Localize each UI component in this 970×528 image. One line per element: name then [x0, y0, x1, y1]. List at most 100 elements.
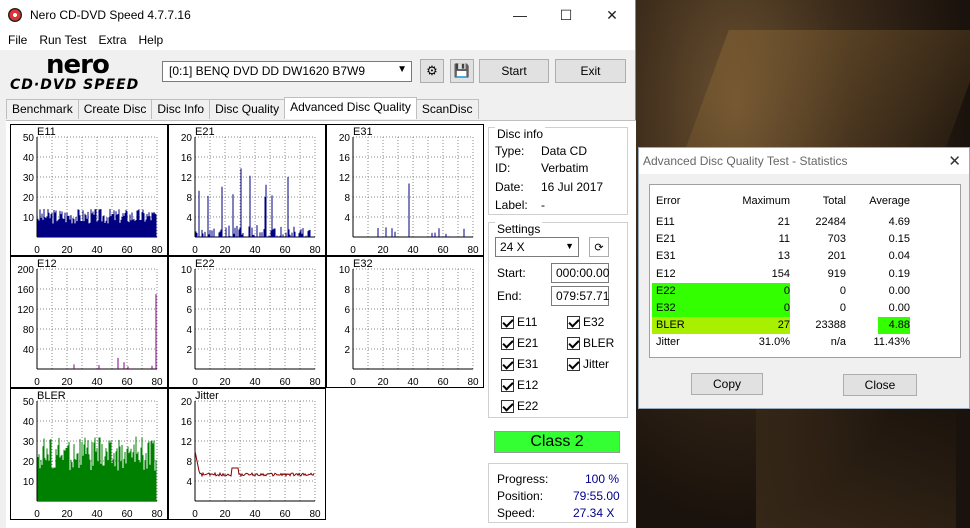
x-tick-label: 60 [121, 509, 133, 520]
menu-bar: File Run Test Extra Help [0, 30, 635, 50]
x-tick-label: 80 [309, 245, 321, 256]
drive-options-button[interactable]: ⚙ [420, 59, 444, 83]
chart-title: E31 [353, 126, 373, 138]
y-tick-label: 8 [344, 193, 350, 204]
checkbox-icon [567, 315, 580, 329]
chart-title: E12 [37, 258, 57, 270]
chart-e12: 200 160 120 80 40 0 20 40 60 80 E12 [10, 256, 168, 388]
column-header: Average [869, 195, 910, 207]
table-row: E12 154 919 0.19 [650, 266, 962, 283]
refresh-speed-button[interactable]: ⟳ [589, 237, 609, 257]
x-tick-label: 20 [219, 377, 231, 388]
end-time-input[interactable]: 079:57.71 [551, 286, 609, 306]
table-cell: 0 [839, 284, 846, 297]
y-tick-label: 200 [17, 265, 34, 276]
tab-disc-quality[interactable]: Disc Quality [209, 99, 286, 119]
table-cell: Jitter [656, 336, 680, 349]
minimize-button[interactable]: — [497, 0, 543, 30]
table-cell: 0 [839, 302, 846, 314]
y-tick-label: 50 [23, 397, 35, 408]
settings-group: Settings 24 X ▼ ⟳ Start: 000:00.00 End: … [488, 222, 628, 418]
exit-button[interactable]: Exit [555, 59, 626, 83]
check-bler[interactable]: BLER [567, 336, 614, 350]
y-tick-label: 12 [339, 173, 351, 184]
start-button[interactable]: Start [479, 59, 549, 83]
y-tick-label: 8 [186, 285, 192, 296]
save-button[interactable]: 💾 [450, 59, 474, 83]
drive-select[interactable]: [0:1] BENQ DVD DD DW1620 B7W9 ▼ [162, 61, 412, 82]
nero-app-icon [8, 8, 22, 22]
table-cell: 4.88 [888, 319, 910, 332]
checkbox-icon [501, 399, 514, 413]
x-tick-label: 80 [309, 377, 321, 388]
table-row: BLER 27 23388 4.88 [650, 317, 962, 335]
menu-file[interactable]: File [2, 33, 33, 47]
y-tick-label: 4 [344, 213, 350, 224]
disc-info-heading: Disc info [495, 127, 546, 141]
check-e21[interactable]: E21 [501, 336, 538, 350]
x-tick-label: 80 [151, 377, 163, 388]
y-tick-label: 20 [181, 133, 193, 144]
tab-create-disc[interactable]: Create Disc [77, 99, 153, 119]
x-tick-label: 40 [407, 377, 419, 388]
check-e22[interactable]: E22 [501, 399, 538, 413]
tab-disc-info[interactable]: Disc Info [151, 99, 211, 119]
tab-benchmark[interactable]: Benchmark [6, 99, 79, 119]
table-cell: E22 [656, 284, 676, 297]
maximize-button[interactable]: ☐ [543, 0, 589, 30]
close-dialog-button[interactable]: Close [843, 374, 917, 396]
table-row: E31 13 201 0.04 [650, 248, 962, 265]
x-tick-label: 0 [192, 245, 198, 256]
table-cell: 27 [777, 319, 790, 332]
progress-group: Progress: 100 % Position: 79:55.00 Speed… [488, 463, 628, 523]
y-tick-label: 4 [186, 325, 192, 336]
check-e32[interactable]: E32 [567, 315, 604, 329]
menu-help[interactable]: Help [133, 33, 170, 47]
disc-wrench-icon: ⚙ [426, 63, 438, 78]
y-tick-label: 40 [23, 417, 35, 428]
check-e11[interactable]: E11 [501, 315, 537, 329]
table-row: E22 0 0 0.00 [650, 282, 962, 300]
tab-scandisc[interactable]: ScanDisc [415, 99, 479, 119]
x-tick-label: 0 [34, 377, 40, 388]
chart-e32: 10 8 6 4 2 0 20 40 60 80 E32 [326, 256, 484, 388]
check-jitter[interactable]: Jitter [567, 357, 609, 371]
checkbox-icon [501, 315, 514, 329]
chart-e31: 20 16 12 8 4 0 20 40 60 80 E31 [326, 124, 484, 256]
x-tick-label: 60 [437, 377, 449, 388]
menu-extra[interactable]: Extra [92, 33, 132, 47]
advanced-disc-quality-panel: 50 40 30 20 10 0 20 40 60 80 E11 20 16 12 8 4 0 20 40 60 80 E… [6, 120, 636, 528]
checkbox-icon [501, 336, 514, 350]
table-cell: 31.0% [758, 336, 790, 349]
x-tick-label: 0 [350, 377, 356, 388]
copy-button[interactable]: Copy [691, 373, 763, 395]
check-e12[interactable]: E12 [501, 378, 538, 392]
title-bar: Nero CD-DVD Speed 4.7.7.16 — ☐ ✕ [0, 0, 635, 30]
x-tick-label: 20 [377, 245, 389, 256]
column-header: Maximum [742, 195, 790, 207]
y-tick-label: 120 [17, 305, 34, 316]
y-tick-label: 8 [186, 457, 192, 468]
tab-advanced-disc-quality[interactable]: Advanced Disc Quality [284, 97, 417, 119]
table-cell: n/a [830, 336, 846, 349]
disc-info-group: Disc info Type: Data CD ID: Verbatim Dat… [488, 127, 628, 215]
chart-e21: 20 16 12 8 4 0 20 40 60 80 E21 [168, 124, 326, 256]
statistics-title-bar: Advanced Disc Quality Test - Statistics … [639, 148, 969, 174]
table-cell: 0 [783, 284, 790, 297]
disc-id: Verbatim [541, 161, 589, 175]
table-row: Jitter 31.0% n/a 11.43% [650, 334, 962, 351]
y-tick-label: 10 [339, 265, 351, 276]
y-tick-label: 20 [23, 193, 35, 204]
close-button[interactable]: ✕ [589, 0, 635, 30]
y-tick-label: 20 [181, 397, 193, 408]
table-cell: 0 [783, 302, 790, 314]
x-tick-label: 40 [407, 245, 419, 256]
check-e31[interactable]: E31 [501, 357, 538, 371]
menu-run-test[interactable]: Run Test [33, 33, 92, 47]
x-tick-label: 0 [34, 509, 40, 520]
close-icon[interactable]: ✕ [948, 152, 961, 170]
speed-select[interactable]: 24 X ▼ [495, 237, 579, 257]
table-cell: 0.15 [888, 233, 910, 246]
table-header: Error Maximum Total Average [650, 193, 962, 210]
start-time-input[interactable]: 000:00.00 [551, 263, 609, 283]
